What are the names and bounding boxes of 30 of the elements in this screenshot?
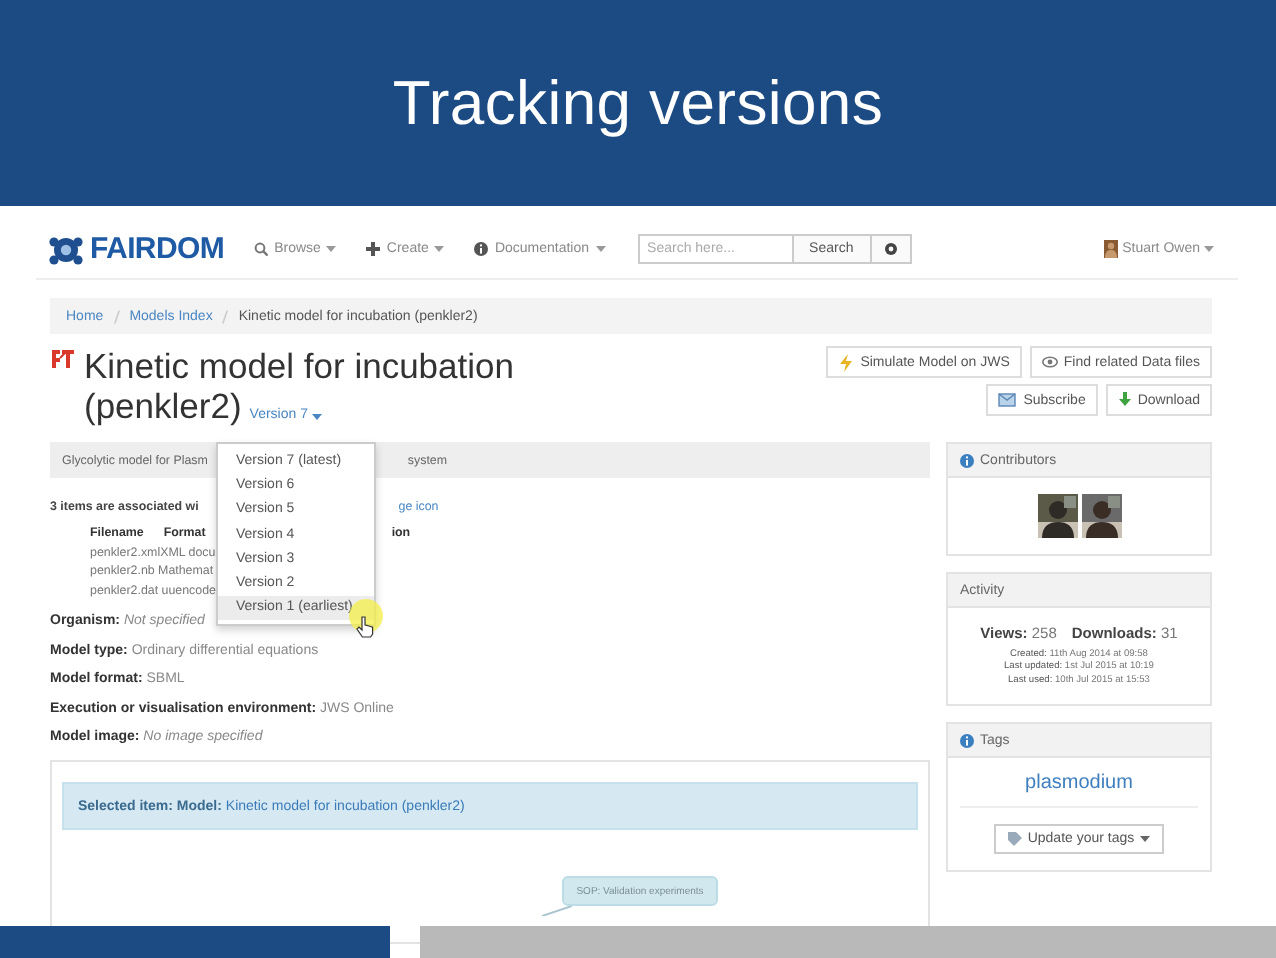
caret-icon bbox=[1140, 836, 1151, 843]
caret-icon bbox=[311, 413, 322, 419]
settings-button[interactable] bbox=[871, 234, 912, 264]
lightning-icon bbox=[838, 353, 855, 371]
page-title: (penkler2) bbox=[84, 386, 242, 426]
tag-icon bbox=[1007, 832, 1022, 847]
tag-link[interactable]: plasmodium bbox=[960, 766, 1198, 809]
slash-icon bbox=[222, 309, 229, 323]
download-icon bbox=[1117, 392, 1132, 408]
slash-icon bbox=[113, 309, 120, 323]
search-icon bbox=[254, 242, 269, 256]
page-title: Kinetic model for incubation bbox=[84, 346, 514, 386]
info-icon bbox=[960, 453, 974, 467]
logo-text: FAIRDOM bbox=[90, 232, 225, 266]
model-icon bbox=[50, 346, 76, 370]
caret-icon bbox=[326, 246, 337, 252]
slide-title: Tracking versions bbox=[392, 67, 884, 139]
plus-icon bbox=[366, 242, 381, 256]
caret-icon bbox=[434, 246, 445, 252]
caret-icon bbox=[1204, 246, 1214, 252]
user-avatar-icon bbox=[1104, 240, 1119, 258]
gear-icon bbox=[883, 242, 898, 256]
connector-line bbox=[542, 906, 572, 916]
eye-icon bbox=[1041, 356, 1058, 368]
info-icon bbox=[474, 242, 489, 256]
envelope-icon bbox=[997, 392, 1018, 408]
info-icon bbox=[960, 733, 974, 748]
logo-icon bbox=[48, 233, 84, 265]
cursor-icon bbox=[356, 616, 374, 638]
caret-icon bbox=[595, 246, 606, 252]
